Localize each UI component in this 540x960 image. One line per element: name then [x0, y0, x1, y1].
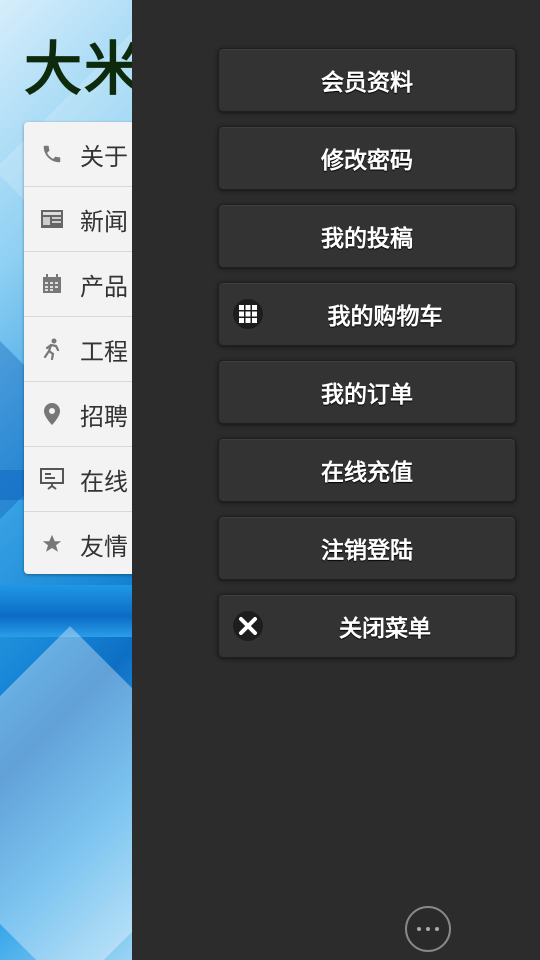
button-label: 注销登陆 — [321, 538, 413, 564]
online-recharge-button[interactable]: 在线充值 — [218, 438, 516, 502]
member-profile-button[interactable]: 会员资料 — [218, 48, 516, 112]
dot-icon — [417, 927, 421, 931]
logout-button[interactable]: 注销登陆 — [218, 516, 516, 580]
button-label: 我的投稿 — [321, 226, 413, 252]
presentation-icon — [24, 468, 80, 490]
menu-item-label: 产品 — [80, 272, 128, 301]
user-drawer: 会员资料 修改密码 我的投稿 我的购物车 我的订单 在线充值 注销登陆 关闭菜单 — [132, 0, 540, 960]
menu-item-label: 友情 — [80, 532, 128, 561]
menu-item-label: 招聘 — [80, 402, 128, 431]
shopping-cart-button[interactable]: 我的购物车 — [218, 282, 516, 346]
phone-icon — [24, 143, 80, 165]
more-options-button[interactable] — [405, 906, 451, 952]
button-label: 会员资料 — [321, 70, 413, 96]
dot-icon — [435, 927, 439, 931]
close-icon — [233, 611, 263, 641]
newspaper-icon — [24, 210, 80, 228]
grid-icon — [233, 299, 263, 329]
calendar-icon — [24, 274, 80, 294]
runner-icon — [24, 338, 80, 360]
dot-icon — [426, 927, 430, 931]
menu-item-label: 关于 — [80, 142, 128, 171]
location-pin-icon — [24, 403, 80, 425]
menu-item-label: 新闻 — [80, 207, 128, 236]
my-orders-button[interactable]: 我的订单 — [218, 360, 516, 424]
my-submissions-button[interactable]: 我的投稿 — [218, 204, 516, 268]
menu-item-label: 在线 — [80, 467, 128, 496]
star-icon — [24, 533, 80, 555]
change-password-button[interactable]: 修改密码 — [218, 126, 516, 190]
button-label: 我的订单 — [321, 382, 413, 408]
button-label: 我的购物车 — [327, 304, 443, 330]
menu-item-label: 工程 — [80, 337, 128, 366]
button-label: 修改密码 — [321, 148, 413, 174]
button-label: 关闭菜单 — [339, 616, 431, 642]
button-label: 在线充值 — [321, 460, 413, 486]
close-menu-button[interactable]: 关闭菜单 — [218, 594, 516, 658]
site-title: 大米 — [24, 35, 145, 103]
